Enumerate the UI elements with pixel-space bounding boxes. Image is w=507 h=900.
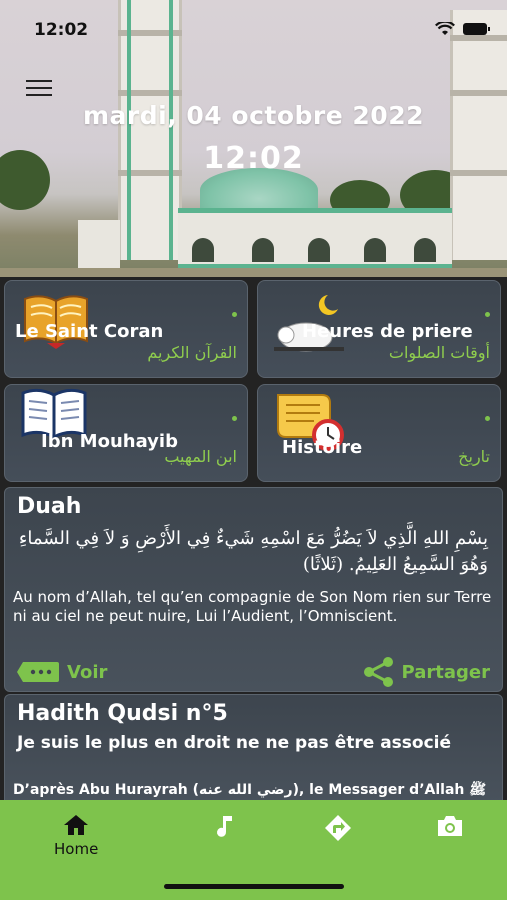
tile-histoire[interactable]: Histoire تاريخ: [257, 384, 501, 482]
current-date: mardi, 04 octobre 2022: [83, 101, 424, 130]
tile-ibn-mouhayib[interactable]: Ibn Mouhayib ابن المهيب: [4, 384, 248, 482]
hadith-subtitle: Je suis le plus en droit ne ne pas être …: [17, 733, 452, 753]
home-icon: [64, 815, 89, 835]
status-icons: [435, 22, 490, 36]
partager-button[interactable]: Partager: [362, 656, 490, 688]
tile-label-fr: Heures de priere: [302, 321, 473, 342]
minaret-right: [450, 10, 507, 260]
voir-button[interactable]: Voir: [17, 660, 107, 684]
tile-label-ar: ابن المهيب: [164, 447, 237, 466]
voir-label: Voir: [67, 661, 108, 683]
tile-label-ar: تاريخ: [458, 447, 490, 466]
tile-saint-coran[interactable]: Le Saint Coran القرآن الكريم: [4, 280, 248, 378]
duah-title: Duah: [17, 494, 82, 519]
hadith-card[interactable]: Hadith Qudsi n°5 Je suis le plus en droi…: [4, 694, 503, 804]
wifi-icon: [435, 22, 455, 35]
hadith-attribution: D’après Abu Hurayrah (رضي الله عنه), le …: [13, 782, 487, 798]
home-indicator: [164, 884, 344, 889]
music-icon: [217, 816, 232, 837]
duah-card: Duah بِسْمِ اللهِ الَّذِي لاَ يَضُرُّ مَ…: [4, 487, 503, 692]
share-icon: [363, 657, 393, 687]
status-time: 12:02: [34, 20, 89, 40]
tab-camera[interactable]: [436, 814, 464, 838]
battery-icon: [463, 23, 490, 35]
tab-home[interactable]: Home: [54, 814, 98, 858]
ground: [0, 268, 507, 277]
tab-home-label: Home: [54, 840, 99, 858]
tab-music[interactable]: [214, 814, 236, 838]
mosque-wing: [78, 220, 120, 270]
tile-label-fr: Ibn Mouhayib: [41, 431, 178, 452]
directions-icon: [325, 815, 351, 841]
comment-icon: [17, 662, 59, 682]
tile-label-fr: Le Saint Coran: [15, 321, 164, 342]
tab-directions[interactable]: [324, 814, 352, 842]
current-time: 12:02: [203, 141, 304, 176]
camera-icon: [438, 816, 462, 836]
partager-label: Partager: [401, 661, 490, 683]
duah-arabic-text: بِسْمِ اللهِ الَّذِي لاَ يَضُرُّ مَعَ اس…: [18, 528, 488, 575]
mosque-header-image: 12:02 mardi, 04 octobre 2022 12:02: [0, 0, 507, 277]
tile-label-fr: Histoire: [282, 437, 363, 458]
tile-label-ar: القرآن الكريم: [147, 343, 237, 362]
hadith-title: Hadith Qudsi n°5: [17, 701, 228, 726]
tile-label-ar: أوقات الصلوات: [388, 343, 490, 362]
hamburger-menu-button[interactable]: [26, 80, 52, 96]
mosque-wall: [178, 208, 452, 270]
tile-heures-priere[interactable]: Heures de priere أوقات الصلوات: [257, 280, 501, 378]
status-bar: 12:02: [0, 0, 507, 46]
duah-translation: Au nom d’Allah, tel qu’en compagnie de S…: [13, 588, 492, 625]
